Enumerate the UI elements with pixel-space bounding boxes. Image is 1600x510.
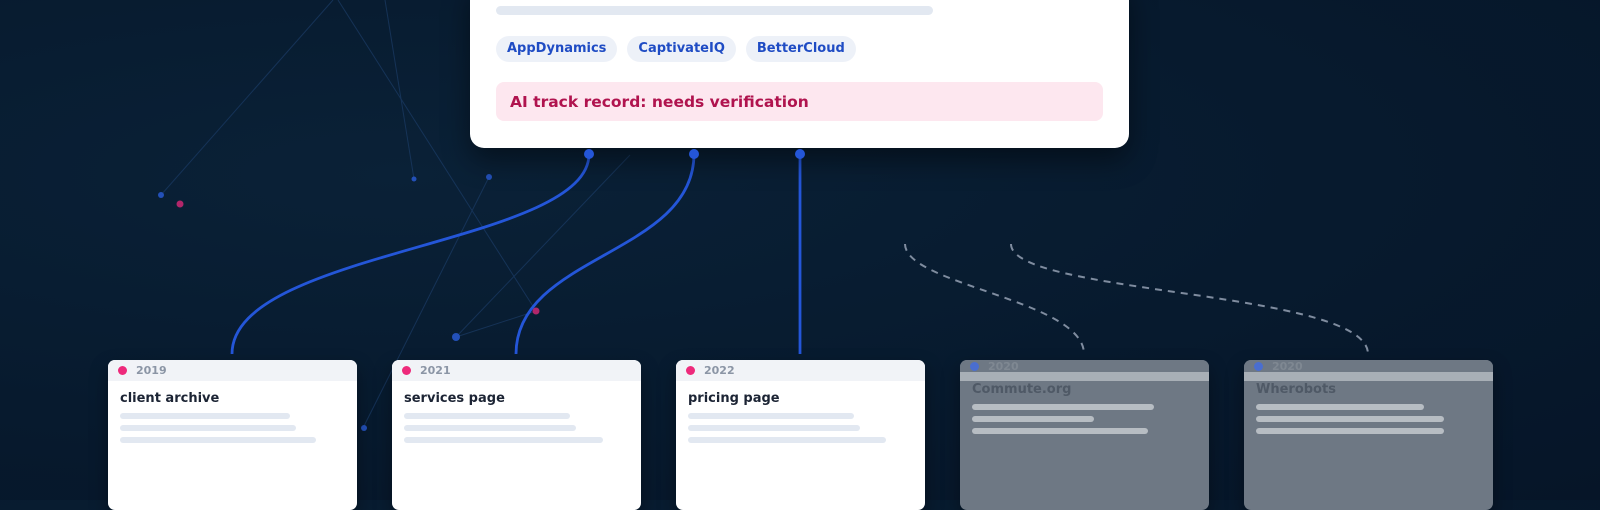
card-title: client archive [120, 391, 220, 406]
placeholder-lines [108, 413, 357, 443]
card-header: 2019 [108, 360, 357, 381]
source-card-commute-org[interactable]: 2020 Commute.org [960, 360, 1209, 510]
anchor-dot [584, 149, 594, 159]
card-title: services page [404, 391, 505, 406]
card-header: 2022 [676, 360, 925, 381]
placeholder-line [972, 428, 1148, 434]
placeholder-line [404, 437, 603, 443]
anchor-dot [795, 149, 805, 159]
card-title: pricing page [688, 391, 780, 406]
placeholder-line [972, 416, 1094, 422]
placeholder-lines [392, 413, 641, 443]
placeholder-lines [676, 413, 925, 443]
source-card-services-page[interactable]: 2021 services page [392, 360, 641, 510]
card-year: 2020 [988, 360, 1019, 373]
card-header: 2020 [1244, 360, 1493, 381]
card-title: Wherobots [1256, 382, 1336, 397]
source-card-client-archive[interactable]: 2019 client archive [108, 360, 357, 510]
card-year: 2020 [1272, 360, 1303, 373]
card-title: Commute.org [972, 382, 1072, 397]
placeholder-line [120, 413, 290, 419]
status-dot [402, 366, 411, 375]
card-year: 2019 [136, 364, 167, 377]
placeholder-line [972, 404, 1154, 410]
placeholder-line [1256, 416, 1444, 422]
source-card-pricing-page[interactable]: 2022 pricing page [676, 360, 925, 510]
placeholder-lines [960, 404, 1209, 434]
status-dot [970, 361, 979, 371]
anchor-dot [689, 149, 699, 159]
card-header: 2020 [960, 360, 1209, 381]
card-year: 2021 [420, 364, 451, 377]
status-dot [118, 366, 127, 375]
card-header: 2021 [392, 360, 641, 381]
source-card-wherobots[interactable]: 2020 Wherobots [1244, 360, 1493, 510]
card-year: 2022 [704, 364, 735, 377]
placeholder-line [688, 437, 886, 443]
placeholder-line [404, 425, 576, 431]
placeholder-line [120, 425, 296, 431]
placeholder-line [1256, 404, 1424, 410]
placeholder-lines [1244, 404, 1493, 434]
placeholder-line [1256, 428, 1444, 434]
placeholder-line [120, 437, 316, 443]
status-dot [686, 366, 695, 375]
placeholder-line [688, 413, 854, 419]
placeholder-line [688, 425, 860, 431]
status-dot [1254, 361, 1263, 371]
placeholder-line [404, 413, 570, 419]
